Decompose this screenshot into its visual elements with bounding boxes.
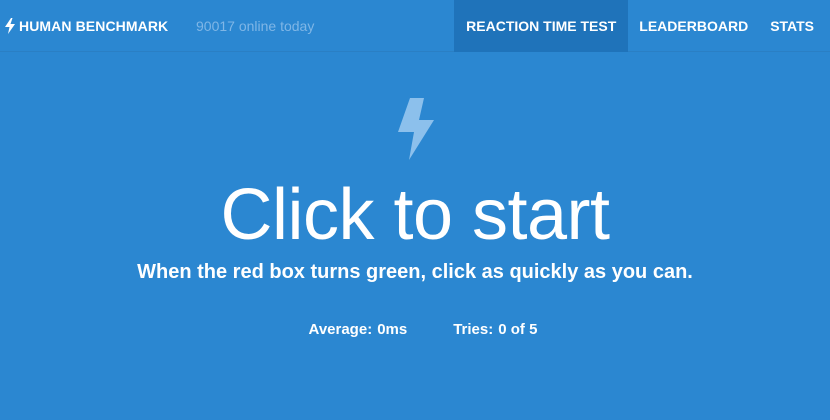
tries-stat: Tries: 0 of 5 — [453, 321, 537, 338]
average-label: Average: — [308, 321, 373, 338]
nav-stats[interactable]: STATS — [759, 0, 830, 52]
online-count: 90017 online today — [196, 18, 315, 34]
brand-link[interactable]: HUMAN BENCHMARK — [5, 0, 168, 52]
tries-value: 0 of 5 — [498, 321, 538, 338]
average-value: 0ms — [377, 321, 408, 338]
reaction-test-area[interactable]: Click to start When the red box turns gr… — [0, 53, 830, 420]
nav-reaction-time-test[interactable]: REACTION TIME TEST — [454, 0, 629, 52]
lightning-bolt-icon — [398, 98, 434, 160]
nav-links: REACTION TIME TEST LEADERBOARD STATS — [454, 0, 830, 52]
top-navbar: HUMAN BENCHMARK 90017 online today REACT… — [0, 0, 830, 52]
average-stat: Average: 0ms — [309, 321, 408, 338]
lightning-bolt-icon — [5, 18, 15, 34]
brand-label: HUMAN BENCHMARK — [19, 18, 169, 34]
click-to-start-heading[interactable]: Click to start — [0, 179, 830, 251]
instructions-text: When the red box turns green, click as q… — [137, 261, 693, 283]
tries-label: Tries: — [453, 321, 494, 338]
stats-row: Average: 0ms Tries: 0 of 5 — [0, 321, 830, 338]
nav-leaderboard[interactable]: LEADERBOARD — [628, 0, 759, 52]
